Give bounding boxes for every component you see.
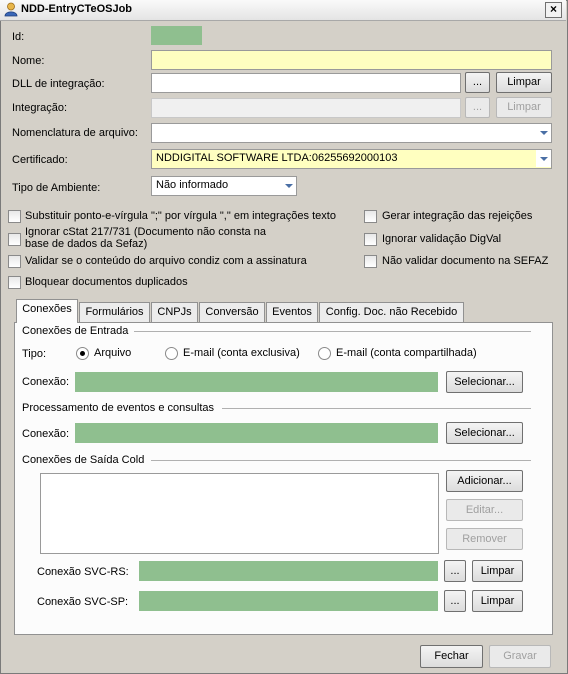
radio-email-exclusiva[interactable] xyxy=(165,347,178,360)
nao-validar-label: Não validar documento na SEFAZ xyxy=(382,255,549,267)
fechar-button[interactable]: Fechar xyxy=(420,645,483,668)
certificado-combo[interactable]: NDDIGITAL SOFTWARE LTDA:06255692000103 xyxy=(151,149,552,169)
user-icon xyxy=(4,2,18,17)
bloquear-checkbox[interactable] xyxy=(8,276,21,289)
ignorar-cstat-label-line2: base de dados da Sefaz) xyxy=(25,238,148,250)
tab-conexoes[interactable]: Conexões xyxy=(16,299,78,323)
tipo-ambiente-select[interactable]: Não informado xyxy=(151,176,297,196)
substituir-checkbox[interactable] xyxy=(8,210,21,223)
chevron-down-icon[interactable] xyxy=(536,150,551,167)
dll-clear-button[interactable]: Limpar xyxy=(496,72,552,93)
gravar-button: Gravar xyxy=(489,645,551,668)
id-field xyxy=(151,26,202,45)
tab-config-doc[interactable]: Config. Doc. não Recebido xyxy=(319,302,464,322)
svc-rs-browse-button[interactable]: ... xyxy=(444,560,466,582)
bloquear-label: Bloquear documentos duplicados xyxy=(25,276,188,288)
svc-sp-label: Conexão SVC-SP: xyxy=(37,596,129,608)
conexao-processamento-field xyxy=(75,423,438,443)
title-bar: NDD-EntryCTeOSJob × xyxy=(0,0,566,21)
dll-label: DLL de integração: xyxy=(12,78,105,90)
conexao-processamento-label: Conexão: xyxy=(22,428,70,440)
integracao-input xyxy=(151,98,461,118)
id-label: Id: xyxy=(12,31,25,43)
chevron-down-icon[interactable] xyxy=(536,124,551,141)
certificado-value: NDDIGITAL SOFTWARE LTDA:06255692000103 xyxy=(156,152,398,164)
window-title: NDD-EntryCTeOSJob xyxy=(21,3,133,15)
nao-validar-checkbox[interactable] xyxy=(364,255,377,268)
group-divider xyxy=(151,460,531,461)
integracao-clear-button: Limpar xyxy=(496,97,552,118)
radio-email-exclusiva-label: E-mail (conta exclusiva) xyxy=(183,347,300,359)
remover-button: Remover xyxy=(446,528,523,550)
nomenclatura-combo[interactable] xyxy=(151,123,552,143)
conexao-entrada-select-button[interactable]: Selecionar... xyxy=(446,371,523,393)
chevron-down-icon[interactable] xyxy=(281,177,296,194)
saida-cold-list[interactable] xyxy=(40,473,439,554)
ignorar-cstat-checkbox[interactable] xyxy=(8,233,21,246)
gerar-rejeicoes-label: Gerar integração das rejeições xyxy=(382,210,533,222)
entrada-group-title: Conexões de Entrada xyxy=(22,325,129,337)
conexao-entrada-label: Conexão: xyxy=(22,376,70,388)
ignorar-digval-label: Ignorar validação DigVal xyxy=(382,233,502,245)
radio-arquivo-label: Arquivo xyxy=(94,347,132,359)
tab-cnpjs[interactable]: CNPJs xyxy=(151,302,198,322)
svc-sp-field xyxy=(139,591,438,611)
processamento-group-title: Processamento de eventos e consultas xyxy=(22,402,215,414)
tipo-ambiente-label: Tipo de Ambiente: xyxy=(12,182,101,194)
conexao-processamento-select-button[interactable]: Selecionar... xyxy=(446,422,523,444)
tab-conversao[interactable]: Conversão xyxy=(199,302,265,322)
radio-arquivo[interactable] xyxy=(76,347,89,360)
gerar-rejeicoes-checkbox[interactable] xyxy=(364,210,377,223)
editar-button: Editar... xyxy=(446,499,523,521)
tab-eventos[interactable]: Eventos xyxy=(266,302,318,322)
radio-email-compartilhada-label: E-mail (conta compartilhada) xyxy=(336,347,477,359)
radio-email-compartilhada[interactable] xyxy=(318,347,331,360)
ignorar-cstat-label-line1: Ignorar cStat 217/731 (Documento não con… xyxy=(25,226,266,238)
ignorar-digval-checkbox[interactable] xyxy=(364,233,377,246)
svc-rs-clear-button[interactable]: Limpar xyxy=(472,560,523,582)
svc-sp-clear-button[interactable]: Limpar xyxy=(472,590,523,612)
tipo-label: Tipo: xyxy=(22,348,47,360)
svc-rs-label: Conexão SVC-RS: xyxy=(37,566,129,578)
svc-rs-field xyxy=(139,561,438,581)
close-button[interactable]: × xyxy=(545,2,562,18)
substituir-label: Substituir ponto-e-vírgula ";" por vírgu… xyxy=(25,210,336,222)
saida-cold-group-title: Conexões de Saída Cold xyxy=(22,454,145,466)
group-divider xyxy=(134,331,531,332)
tab-formularios[interactable]: Formulários xyxy=(79,302,150,322)
integracao-browse-button: ... xyxy=(465,97,490,118)
certificado-label: Certificado: xyxy=(12,154,68,166)
integracao-label: Integração: xyxy=(12,102,68,114)
conexao-entrada-field xyxy=(75,372,438,392)
dll-browse-button[interactable]: ... xyxy=(465,72,490,93)
validar-checkbox[interactable] xyxy=(8,255,21,268)
svc-sp-browse-button[interactable]: ... xyxy=(444,590,466,612)
validar-label: Validar se o conteúdo do arquivo condiz … xyxy=(25,255,307,267)
nome-label: Nome: xyxy=(12,55,45,67)
group-divider xyxy=(222,408,531,409)
dll-input[interactable] xyxy=(151,73,461,93)
nome-input[interactable] xyxy=(151,50,552,70)
tipo-ambiente-value: Não informado xyxy=(156,179,229,191)
nomenclatura-label: Nomenclatura de arquivo: xyxy=(12,127,138,139)
adicionar-button[interactable]: Adicionar... xyxy=(446,470,523,492)
